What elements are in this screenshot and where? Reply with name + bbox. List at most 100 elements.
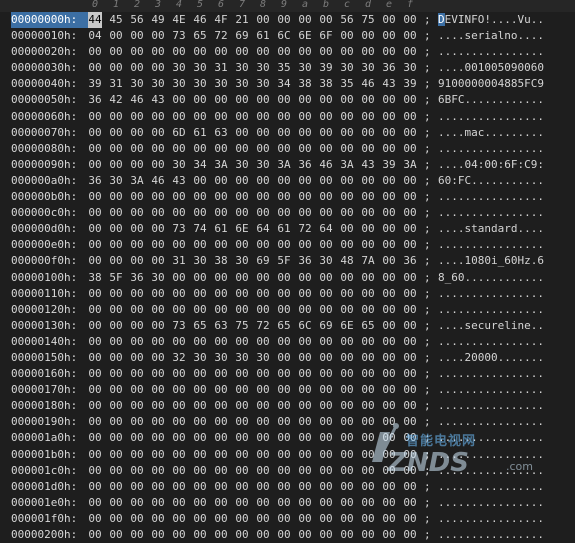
hex-byte[interactable]: 00 <box>361 430 375 446</box>
hex-byte[interactable]: 00 <box>319 205 333 221</box>
ascii-text[interactable]: ................ <box>438 447 544 463</box>
hex-byte[interactable]: 00 <box>151 318 165 334</box>
hex-byte[interactable]: 00 <box>382 92 396 108</box>
hex-byte[interactable]: 00 <box>256 92 270 108</box>
hex-byte[interactable]: 00 <box>193 270 207 286</box>
hex-byte[interactable]: 36 <box>298 253 312 269</box>
hex-byte[interactable]: 00 <box>193 334 207 350</box>
hex-byte[interactable]: 00 <box>151 463 165 479</box>
hex-byte[interactable]: 00 <box>256 286 270 302</box>
hex-row[interactable]: 000000a0h: 36 30 3A 46 43 00 00 00 00 00 00 00 00 00 00… <box>0 173 575 189</box>
hex-byte[interactable]: 00 <box>403 334 417 350</box>
hex-byte[interactable]: 45 <box>109 12 123 28</box>
hex-byte[interactable]: 00 <box>382 237 396 253</box>
ascii-text[interactable]: ................ <box>438 463 544 479</box>
ascii-text[interactable]: ................ <box>438 382 544 398</box>
hex-byte[interactable]: 00 <box>235 237 249 253</box>
hex-byte[interactable]: 00 <box>298 237 312 253</box>
hex-byte[interactable]: 00 <box>130 44 144 60</box>
hex-byte[interactable]: 00 <box>403 398 417 414</box>
hex-byte[interactable]: 00 <box>109 495 123 511</box>
ascii-text[interactable]: ....1080i_60Hz.6 <box>438 253 544 269</box>
hex-byte[interactable]: 00 <box>193 447 207 463</box>
hex-byte[interactable]: 00 <box>298 382 312 398</box>
hex-row[interactable]: 000001c0h: 00 00 00 00 00 00 00 00 00 00 00 00 00 00 00… <box>0 463 575 479</box>
hex-byte[interactable]: 00 <box>109 479 123 495</box>
hex-byte[interactable]: 00 <box>109 318 123 334</box>
hex-byte[interactable]: 00 <box>109 382 123 398</box>
hex-byte[interactable]: 00 <box>298 366 312 382</box>
hex-byte[interactable]: 00 <box>382 447 396 463</box>
hex-byte[interactable]: 00 <box>382 511 396 527</box>
hex-byte[interactable]: 00 <box>109 286 123 302</box>
hex-byte[interactable]: 00 <box>214 479 228 495</box>
hex-byte[interactable]: 00 <box>109 60 123 76</box>
hex-row[interactable]: 00000200h: 00 00 00 00 00 00 00 00 00 00 00 00 00 00 00… <box>0 527 575 543</box>
hex-byte[interactable]: 00 <box>88 398 102 414</box>
hex-byte[interactable]: 00 <box>277 334 291 350</box>
hex-byte[interactable]: 00 <box>403 44 417 60</box>
hex-byte[interactable]: 00 <box>340 270 354 286</box>
hex-byte[interactable]: 00 <box>256 511 270 527</box>
hex-byte[interactable]: 00 <box>361 479 375 495</box>
hex-byte[interactable]: 00 <box>277 447 291 463</box>
hex-byte[interactable]: 00 <box>109 205 123 221</box>
hex-byte[interactable]: 00 <box>193 286 207 302</box>
hex-byte[interactable]: 00 <box>277 141 291 157</box>
hex-byte[interactable]: 00 <box>340 398 354 414</box>
hex-byte[interactable]: 38 <box>88 270 102 286</box>
hex-byte[interactable]: 00 <box>88 350 102 366</box>
hex-byte[interactable]: 00 <box>256 479 270 495</box>
hex-byte[interactable]: 32 <box>172 350 186 366</box>
hex-byte[interactable]: 30 <box>403 60 417 76</box>
hex-byte[interactable]: 00 <box>256 495 270 511</box>
hex-byte[interactable]: 00 <box>256 270 270 286</box>
hex-byte[interactable]: 00 <box>298 350 312 366</box>
hex-byte[interactable]: 00 <box>403 92 417 108</box>
hex-byte[interactable]: 69 <box>319 318 333 334</box>
hex-byte[interactable]: 00 <box>298 205 312 221</box>
hex-byte[interactable]: 00 <box>277 12 291 28</box>
hex-byte[interactable]: 00 <box>235 189 249 205</box>
hex-byte[interactable]: 65 <box>277 318 291 334</box>
hex-byte[interactable]: 00 <box>256 414 270 430</box>
hex-row[interactable]: 000001e0h: 00 00 00 00 00 00 00 00 00 00 00 00 00 00 00… <box>0 495 575 511</box>
hex-byte[interactable]: 00 <box>130 157 144 173</box>
hex-byte[interactable]: 00 <box>382 318 396 334</box>
hex-byte[interactable]: 00 <box>256 382 270 398</box>
hex-byte[interactable]: 00 <box>130 318 144 334</box>
ascii-text[interactable]: ................ <box>438 334 544 350</box>
hex-byte[interactable]: 00 <box>130 302 144 318</box>
hex-byte[interactable]: 00 <box>382 430 396 446</box>
hex-byte[interactable]: 00 <box>193 109 207 125</box>
hex-byte[interactable]: 00 <box>403 125 417 141</box>
hex-byte[interactable]: 72 <box>256 318 270 334</box>
hex-byte[interactable]: 00 <box>382 28 396 44</box>
hex-byte[interactable]: 00 <box>109 237 123 253</box>
hex-row[interactable]: 00000020h: 00 00 00 00 00 00 00 00 00 00 00 00 00 00 00… <box>0 44 575 60</box>
hex-byte[interactable]: 00 <box>361 92 375 108</box>
hex-byte[interactable]: 30 <box>340 60 354 76</box>
hex-byte[interactable]: 00 <box>340 495 354 511</box>
hex-byte[interactable]: 00 <box>214 92 228 108</box>
hex-byte[interactable]: 75 <box>361 12 375 28</box>
hex-byte[interactable]: 00 <box>88 382 102 398</box>
hex-byte[interactable]: 00 <box>298 141 312 157</box>
hex-byte[interactable]: 00 <box>382 350 396 366</box>
hex-byte[interactable]: 30 <box>214 350 228 366</box>
hex-byte[interactable]: 00 <box>298 334 312 350</box>
hex-byte[interactable]: 00 <box>172 109 186 125</box>
hex-byte[interactable]: 74 <box>193 221 207 237</box>
hex-byte[interactable]: 00 <box>151 366 165 382</box>
hex-byte[interactable]: 00 <box>403 221 417 237</box>
hex-byte[interactable]: 00 <box>340 28 354 44</box>
hex-byte[interactable]: 00 <box>382 302 396 318</box>
hex-byte[interactable]: 00 <box>151 350 165 366</box>
hex-byte[interactable]: 4E <box>172 12 186 28</box>
hex-byte[interactable]: 00 <box>109 334 123 350</box>
hex-byte[interactable]: 00 <box>319 511 333 527</box>
hex-byte[interactable]: 00 <box>235 173 249 189</box>
hex-byte[interactable]: 30 <box>130 76 144 92</box>
hex-byte[interactable]: 56 <box>340 12 354 28</box>
hex-byte[interactable]: 00 <box>382 270 396 286</box>
